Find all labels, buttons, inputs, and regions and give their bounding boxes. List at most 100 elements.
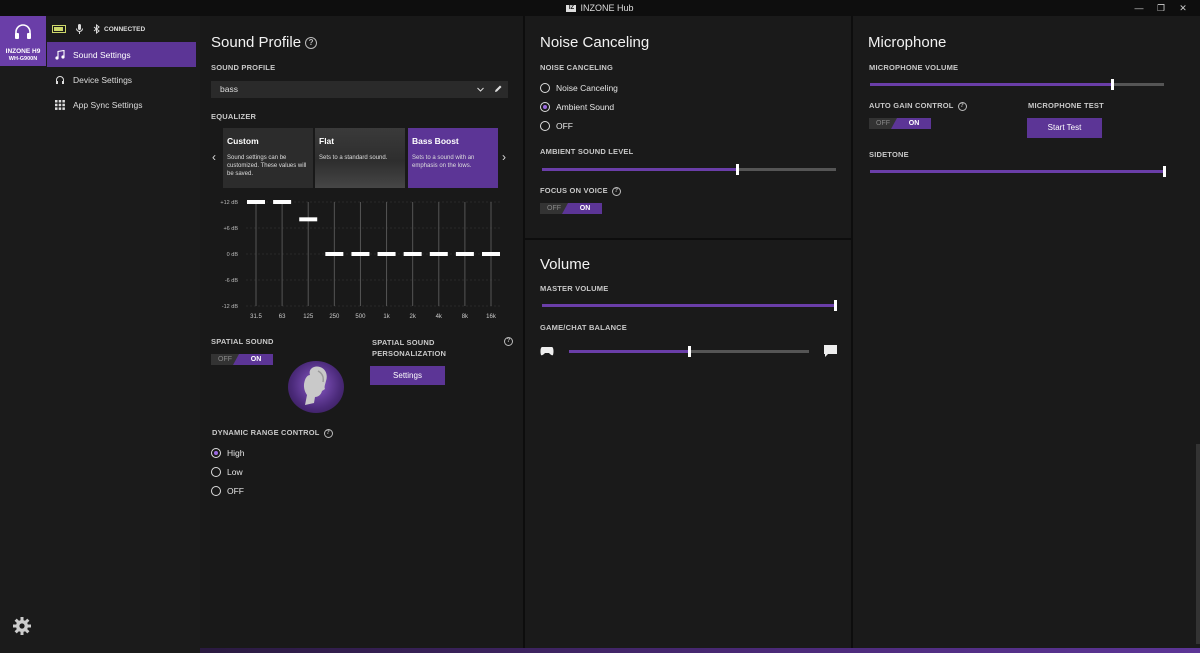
eq-db-label: +6 dB — [223, 226, 238, 232]
agc-toggle[interactable]: OFF ON — [869, 118, 931, 129]
microphone-panel: Microphone MICROPHONE VOLUME AUTO GAIN C… — [853, 16, 1200, 653]
slider-fill — [542, 304, 836, 307]
help-icon[interactable]: ? — [323, 428, 333, 438]
gear-icon[interactable] — [12, 616, 32, 636]
eq-band-handle[interactable] — [351, 252, 370, 256]
toggle-on: ON — [562, 203, 602, 214]
eq-band-label: 4k — [436, 314, 443, 320]
sidebar-item-app-sync-settings[interactable]: App Sync Settings — [47, 92, 196, 117]
preset-card-custom[interactable]: Custom Sound settings can be customized.… — [223, 128, 313, 188]
sidebar-item-label: App Sync Settings — [73, 99, 143, 110]
slider-fill — [870, 170, 1166, 173]
label-line: PERSONALIZATION — [372, 349, 447, 358]
eq-db-label: -6 dB — [225, 278, 238, 284]
eq-band-handle[interactable] — [455, 252, 474, 256]
help-icon[interactable]: ? — [504, 337, 513, 346]
preset-description: Sets to a sound with an emphasis on the … — [412, 155, 475, 169]
drc-option-low[interactable]: Low — [211, 467, 243, 477]
eq-band-label: 2k — [409, 314, 416, 320]
head-icon — [303, 366, 327, 405]
focus-voice-label-text: FOCUS ON VOICE — [540, 186, 608, 195]
close-button[interactable]: ✕ — [1172, 0, 1194, 16]
radio-selected-icon — [211, 448, 221, 458]
restore-button[interactable]: ❐ — [1150, 0, 1172, 16]
toggle-on: ON — [233, 354, 273, 365]
radio-selected-icon — [540, 102, 550, 112]
help-icon[interactable]: ? — [957, 101, 967, 111]
slider-thumb[interactable] — [1163, 166, 1166, 177]
title-bar: IZ INZONE Hub — ❐ ✕ — [0, 0, 1200, 16]
eq-db-label: +12 dB — [220, 200, 238, 206]
eq-band-handle[interactable] — [482, 252, 500, 256]
bottom-accent-bar — [200, 648, 1200, 653]
eq-band-handle[interactable] — [377, 252, 396, 256]
slider-fill — [542, 168, 737, 171]
sidetone-slider[interactable] — [870, 166, 1166, 177]
eq-band-handle[interactable] — [299, 217, 318, 222]
sidebar-item-sound-settings[interactable]: Sound Settings — [47, 42, 196, 67]
master-volume-slider[interactable] — [542, 300, 837, 311]
help-icon[interactable]: ? — [305, 37, 318, 50]
grid-icon — [55, 99, 65, 110]
chevron-left-icon[interactable]: ‹ — [212, 150, 216, 164]
preset-title: Flat — [319, 136, 335, 146]
eq-band-handle[interactable] — [325, 252, 344, 256]
agc-label: AUTO GAIN CONTROL? — [869, 101, 967, 111]
connection-status: CONNECTED — [104, 25, 146, 33]
slider-thumb[interactable] — [1111, 79, 1115, 90]
slider-fill — [569, 350, 689, 353]
slider-fill — [870, 83, 1112, 86]
slider-thumb[interactable] — [834, 300, 837, 311]
game-chat-balance-slider[interactable] — [569, 346, 809, 357]
sidetone-label: SIDETONE — [869, 150, 909, 159]
ambient-level-label: AMBIENT SOUND LEVEL — [540, 147, 634, 156]
eq-band-handle[interactable] — [403, 252, 422, 256]
drc-option-off[interactable]: OFF — [211, 486, 244, 496]
focus-voice-label: FOCUS ON VOICE? — [540, 186, 621, 196]
start-test-button[interactable]: Start Test — [1027, 118, 1102, 138]
panel-title: Volume — [540, 256, 591, 273]
slider-thumb[interactable] — [736, 164, 740, 175]
preset-card-flat[interactable]: Flat Sets to a standard sound. — [315, 128, 405, 188]
bluetooth-icon — [93, 24, 100, 34]
nc-option-ambient-sound[interactable]: Ambient Sound — [540, 102, 614, 112]
panel-title: Noise Canceling — [540, 34, 650, 51]
chevron-right-icon[interactable]: › — [502, 150, 506, 164]
edit-pencil-icon[interactable] — [494, 85, 502, 93]
spatial-sound-toggle[interactable]: OFF ON — [211, 354, 273, 365]
sound-profile-select[interactable]: bass — [211, 81, 508, 98]
nc-option-off[interactable]: OFF — [540, 121, 573, 131]
spatial-settings-button[interactable]: Settings — [370, 366, 445, 385]
volume-panel: Volume MASTER VOLUME GAME/CHAT BALANCE — [525, 240, 851, 653]
radio-label: Noise Canceling — [556, 83, 618, 93]
sidebar-nav: Sound Settings Device Settings App Sync … — [47, 42, 196, 117]
sidebar-item-device-settings[interactable]: Device Settings — [47, 67, 196, 92]
sound-profile-label: SOUND PROFILE — [211, 63, 276, 72]
eq-band-label: 31.5 — [250, 314, 262, 320]
eq-band-handle[interactable] — [429, 252, 448, 256]
radio-icon — [211, 486, 221, 496]
help-icon[interactable]: ? — [611, 186, 621, 196]
preset-title: Custom — [227, 136, 259, 146]
eq-band-handle[interactable] — [273, 200, 292, 204]
music-note-icon — [55, 49, 65, 60]
nc-option-noise-canceling[interactable]: Noise Canceling — [540, 83, 618, 93]
slider-thumb[interactable] — [688, 346, 691, 357]
eq-band-label: 1k — [383, 314, 390, 320]
scrollbar[interactable] — [1196, 444, 1200, 644]
noise-canceling-panel: Noise Canceling NOISE CANCELING Noise Ca… — [525, 16, 851, 238]
radio-label: OFF — [556, 121, 573, 131]
ambient-level-slider[interactable] — [542, 164, 836, 175]
preset-card-bass-boost[interactable]: Bass Boost Sets to a sound with an empha… — [408, 128, 498, 188]
sidebar-item-label: Sound Settings — [73, 49, 131, 60]
radio-icon — [211, 467, 221, 477]
eq-band-handle[interactable] — [247, 200, 265, 204]
drc-option-high[interactable]: High — [211, 448, 244, 458]
device-tile[interactable]: INZONE H9 WH-G900N — [0, 16, 46, 66]
preset-title: Bass Boost — [412, 136, 459, 146]
equalizer-graph[interactable]: +12 dB +6 dB 0 dB -6 dB -12 dB 31.5 63 125 250 50… — [200, 198, 523, 323]
preset-description: Sound settings can be customized. These … — [227, 155, 307, 177]
focus-voice-toggle[interactable]: OFF ON — [540, 203, 602, 214]
minimize-button[interactable]: — — [1128, 0, 1150, 16]
mic-volume-slider[interactable] — [870, 79, 1164, 90]
